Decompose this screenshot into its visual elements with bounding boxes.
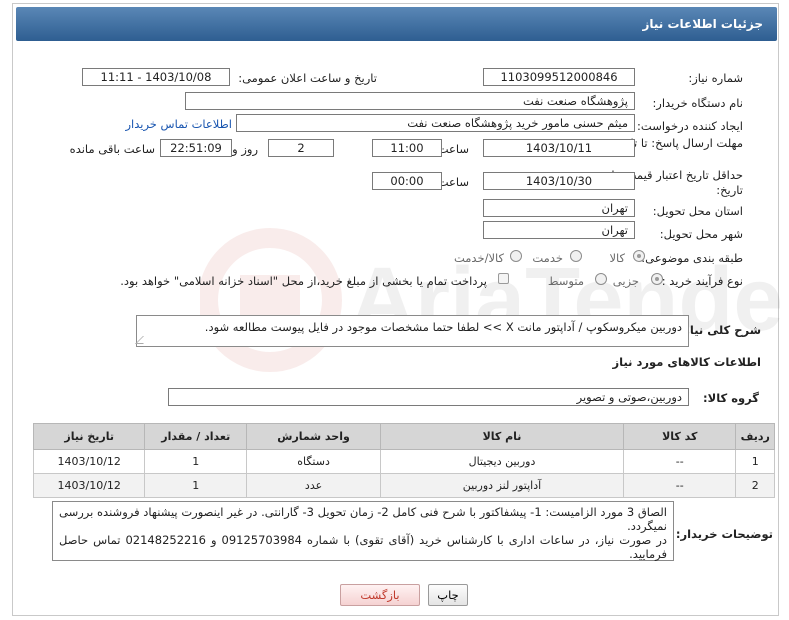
city-field: تهران — [483, 221, 635, 239]
col-item-name: نام کالا — [379, 423, 625, 450]
summary-textarea: دوربین میکروسکوپ / آداپتور مانت X >> لطف… — [135, 315, 689, 347]
remaining-time-field: 22:51:09 — [160, 139, 232, 157]
province-label: استان محل تحویل: — [652, 204, 743, 218]
process-option-minor: جزیی — [612, 274, 639, 288]
back-button[interactable]: بازگشت — [340, 584, 420, 606]
col-unit: واحد شمارش — [246, 423, 381, 450]
col-row-number: ردیف — [735, 423, 775, 450]
buyer-field: پژوهشگاه صنعت نفت — [185, 92, 635, 110]
category-radio-service[interactable] — [570, 250, 582, 262]
days-field: 2 — [268, 139, 334, 157]
deadline-date-field: 1403/10/11 — [483, 139, 635, 157]
col-item-code: کد کالا — [623, 423, 737, 450]
treasury-payment-note: پرداخت تمام یا بخشی از مبلغ خرید،از محل … — [120, 274, 487, 288]
summary-text: دوربین میکروسکوپ / آداپتور مانت X >> لطف… — [204, 320, 682, 334]
category-option-goods: کالا — [609, 251, 625, 265]
summary-label: شرح کلی نیاز: — [678, 323, 761, 337]
cell-item-code: -- — [623, 449, 737, 474]
goods-info-title: اطلاعات کالاهای مورد نیاز — [612, 355, 761, 369]
col-need-date: تاریخ نیاز — [32, 423, 146, 450]
category-option-goods-service: کالا/خدمت — [453, 251, 504, 265]
city-label: شهر محل تحویل: — [659, 227, 743, 241]
items-table: ردیف کد کالا نام کالا واحد شمارش تعداد /… — [32, 423, 775, 498]
remaining-label: ساعت باقی مانده — [69, 142, 155, 156]
buyer-contact-link[interactable]: اطلاعات تماس خریدار — [125, 117, 232, 131]
announce-label: تاریخ و ساعت اعلان عمومی: — [238, 71, 377, 85]
col-quantity: تعداد / مقدار — [144, 423, 248, 450]
print-button[interactable]: چاپ — [428, 584, 468, 606]
creator-field: میثم حسنی مامور خرید پژوهشگاه صنعت نفت — [236, 114, 635, 132]
cell-row-number: 2 — [735, 473, 775, 498]
buyer-notes-line-1: الصاق 3 مورد الزامیست: 1- پیشفاکتور با ش… — [59, 505, 667, 533]
validity-time-field: 00:00 — [372, 172, 442, 190]
cell-need-date: 1403/10/12 — [32, 473, 146, 498]
buyer-notes-label: توضیحات خریدار: — [675, 527, 773, 541]
cell-need-date: 1403/10/12 — [32, 449, 146, 474]
title-bar: جزئیات اطلاعات نیاز — [16, 7, 777, 41]
deadline-time-field: 11:00 — [372, 139, 442, 157]
process-radio-medium[interactable] — [595, 273, 607, 285]
cell-item-code: -- — [623, 473, 737, 498]
cell-quantity: 1 — [144, 473, 248, 498]
table-row[interactable]: 1 -- دوربین دیجیتال دستگاه 1 1403/10/12 — [32, 449, 775, 474]
cell-item-name: دوربین دیجیتال — [379, 449, 625, 474]
category-radio-goods[interactable] — [633, 250, 645, 262]
validity-time-label: ساعت — [437, 175, 469, 189]
validity-date-field: 1403/10/30 — [483, 172, 635, 190]
province-field: تهران — [483, 199, 635, 217]
cell-unit: دستگاه — [246, 449, 381, 474]
table-header-row: ردیف کد کالا نام کالا واحد شمارش تعداد /… — [32, 423, 775, 450]
table-row[interactable]: 2 -- آداپتور لنز دوربین عدد 1 1403/10/12 — [32, 473, 775, 498]
cell-unit: عدد — [246, 473, 381, 498]
category-option-service: خدمت — [532, 251, 563, 265]
buyer-notes-line-2: در صورت نیاز، در ساعات اداری با کارشناس … — [59, 533, 667, 561]
process-radio-minor[interactable] — [651, 273, 663, 285]
deadline-time-label: ساعت — [437, 142, 469, 156]
process-label: نوع فرآیند خرید : — [661, 274, 743, 288]
need-number-label: شماره نیاز: — [688, 71, 743, 85]
category-radio-goods-service[interactable] — [510, 250, 522, 262]
need-number-field: 1103099512000846 — [483, 68, 635, 86]
goods-group-field: دوربین،صوتی و تصویر — [168, 388, 689, 406]
goods-group-label: گروه کالا: — [703, 391, 759, 405]
announce-datetime-field: 1403/10/08 - 11:11 — [82, 68, 230, 86]
process-option-medium: متوسط — [547, 274, 584, 288]
days-label: روز و — [232, 142, 258, 156]
buyer-notes-box: الصاق 3 مورد الزامیست: 1- پیشفاکتور با ش… — [52, 501, 674, 561]
treasury-payment-checkbox[interactable] — [498, 273, 509, 284]
cell-quantity: 1 — [144, 449, 248, 474]
creator-label: ایجاد کننده درخواست: — [637, 119, 743, 133]
buyer-label: نام دستگاه خریدار: — [652, 96, 743, 110]
page-title: جزئیات اطلاعات نیاز — [642, 17, 763, 31]
cell-row-number: 1 — [735, 449, 775, 474]
category-label: طبقه بندی موضوعی: — [641, 251, 743, 265]
cell-item-name: آداپتور لنز دوربین — [379, 473, 625, 498]
resize-handle[interactable] — [135, 336, 151, 344]
